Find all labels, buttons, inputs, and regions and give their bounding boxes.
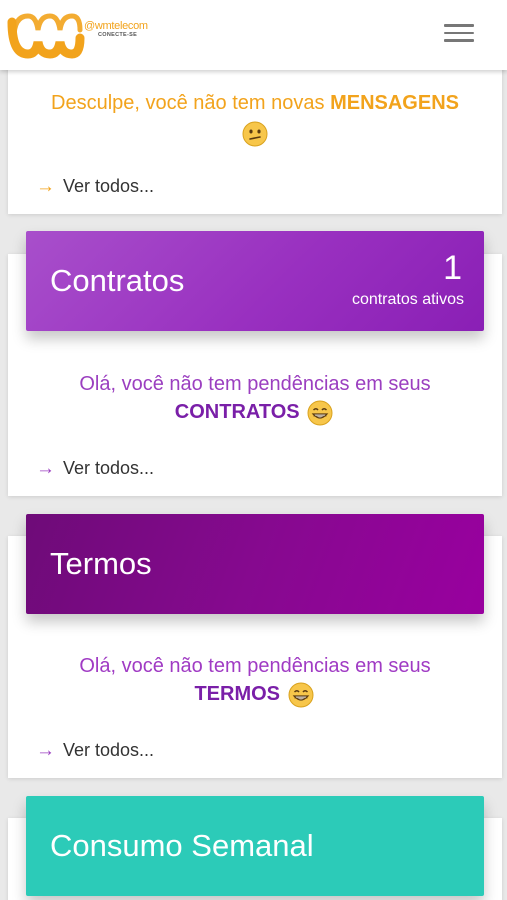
terms-header[interactable]: Termos [26,514,484,614]
terms-title: Termos [50,546,152,581]
wm-logo[interactable] [6,8,86,60]
contracts-count: 1 [443,249,462,287]
terms-see-all-link[interactable]: → Ver todos... [36,740,154,761]
arrow-right-icon: → [36,740,55,761]
arrow-right-icon: → [36,458,55,479]
messages-text: Desculpe, você não tem novas [51,92,325,114]
brand-tagline: CONECTE-SE [98,32,138,38]
messages-card: Desculpe, você não tem novas MENSAGENS →… [8,60,502,214]
contracts-empty-text: Olá, você não tem pendências em seus CON… [8,370,502,426]
brand-name: @wmtelecom [84,20,148,32]
confused-face-emoji-icon [242,121,268,147]
contracts-count-label: contratos ativos [351,291,464,308]
terms-text: Olá, você não tem pendências em seus [79,655,431,677]
grinning-face-emoji-icon [307,400,333,426]
terms-keyword: TERMOS [194,683,280,705]
contracts-title: Contratos [50,263,185,298]
consumo-header[interactable]: Consumo Semanal [26,796,484,896]
terms-empty-text: Olá, você não tem pendências em seus TER… [8,652,502,708]
consumo-title: Consumo Semanal [50,828,314,863]
contracts-text: Olá, você não tem pendências em seus [79,373,431,395]
messages-keyword: MENSAGENS [330,92,459,114]
see-all-label: Ver todos... [63,740,155,760]
messages-see-all-link[interactable]: → Ver todos... [36,176,154,197]
messages-empty-text: Desculpe, você não tem novas MENSAGENS [8,88,502,148]
hamburger-menu-icon[interactable] [444,24,476,46]
contracts-header[interactable]: Contratos 1 contratos ativos [26,231,484,331]
app-header: @wmtelecom CONECTE-SE [0,0,507,70]
arrow-right-icon: → [36,176,55,197]
contracts-keyword: CONTRATOS [174,401,300,423]
brand: @wmtelecom CONECTE-SE [84,20,148,38]
see-all-label: Ver todos... [63,458,155,478]
contracts-see-all-link[interactable]: → Ver todos... [36,458,154,479]
see-all-label: Ver todos... [63,176,155,196]
grinning-face-emoji-icon [288,682,314,708]
